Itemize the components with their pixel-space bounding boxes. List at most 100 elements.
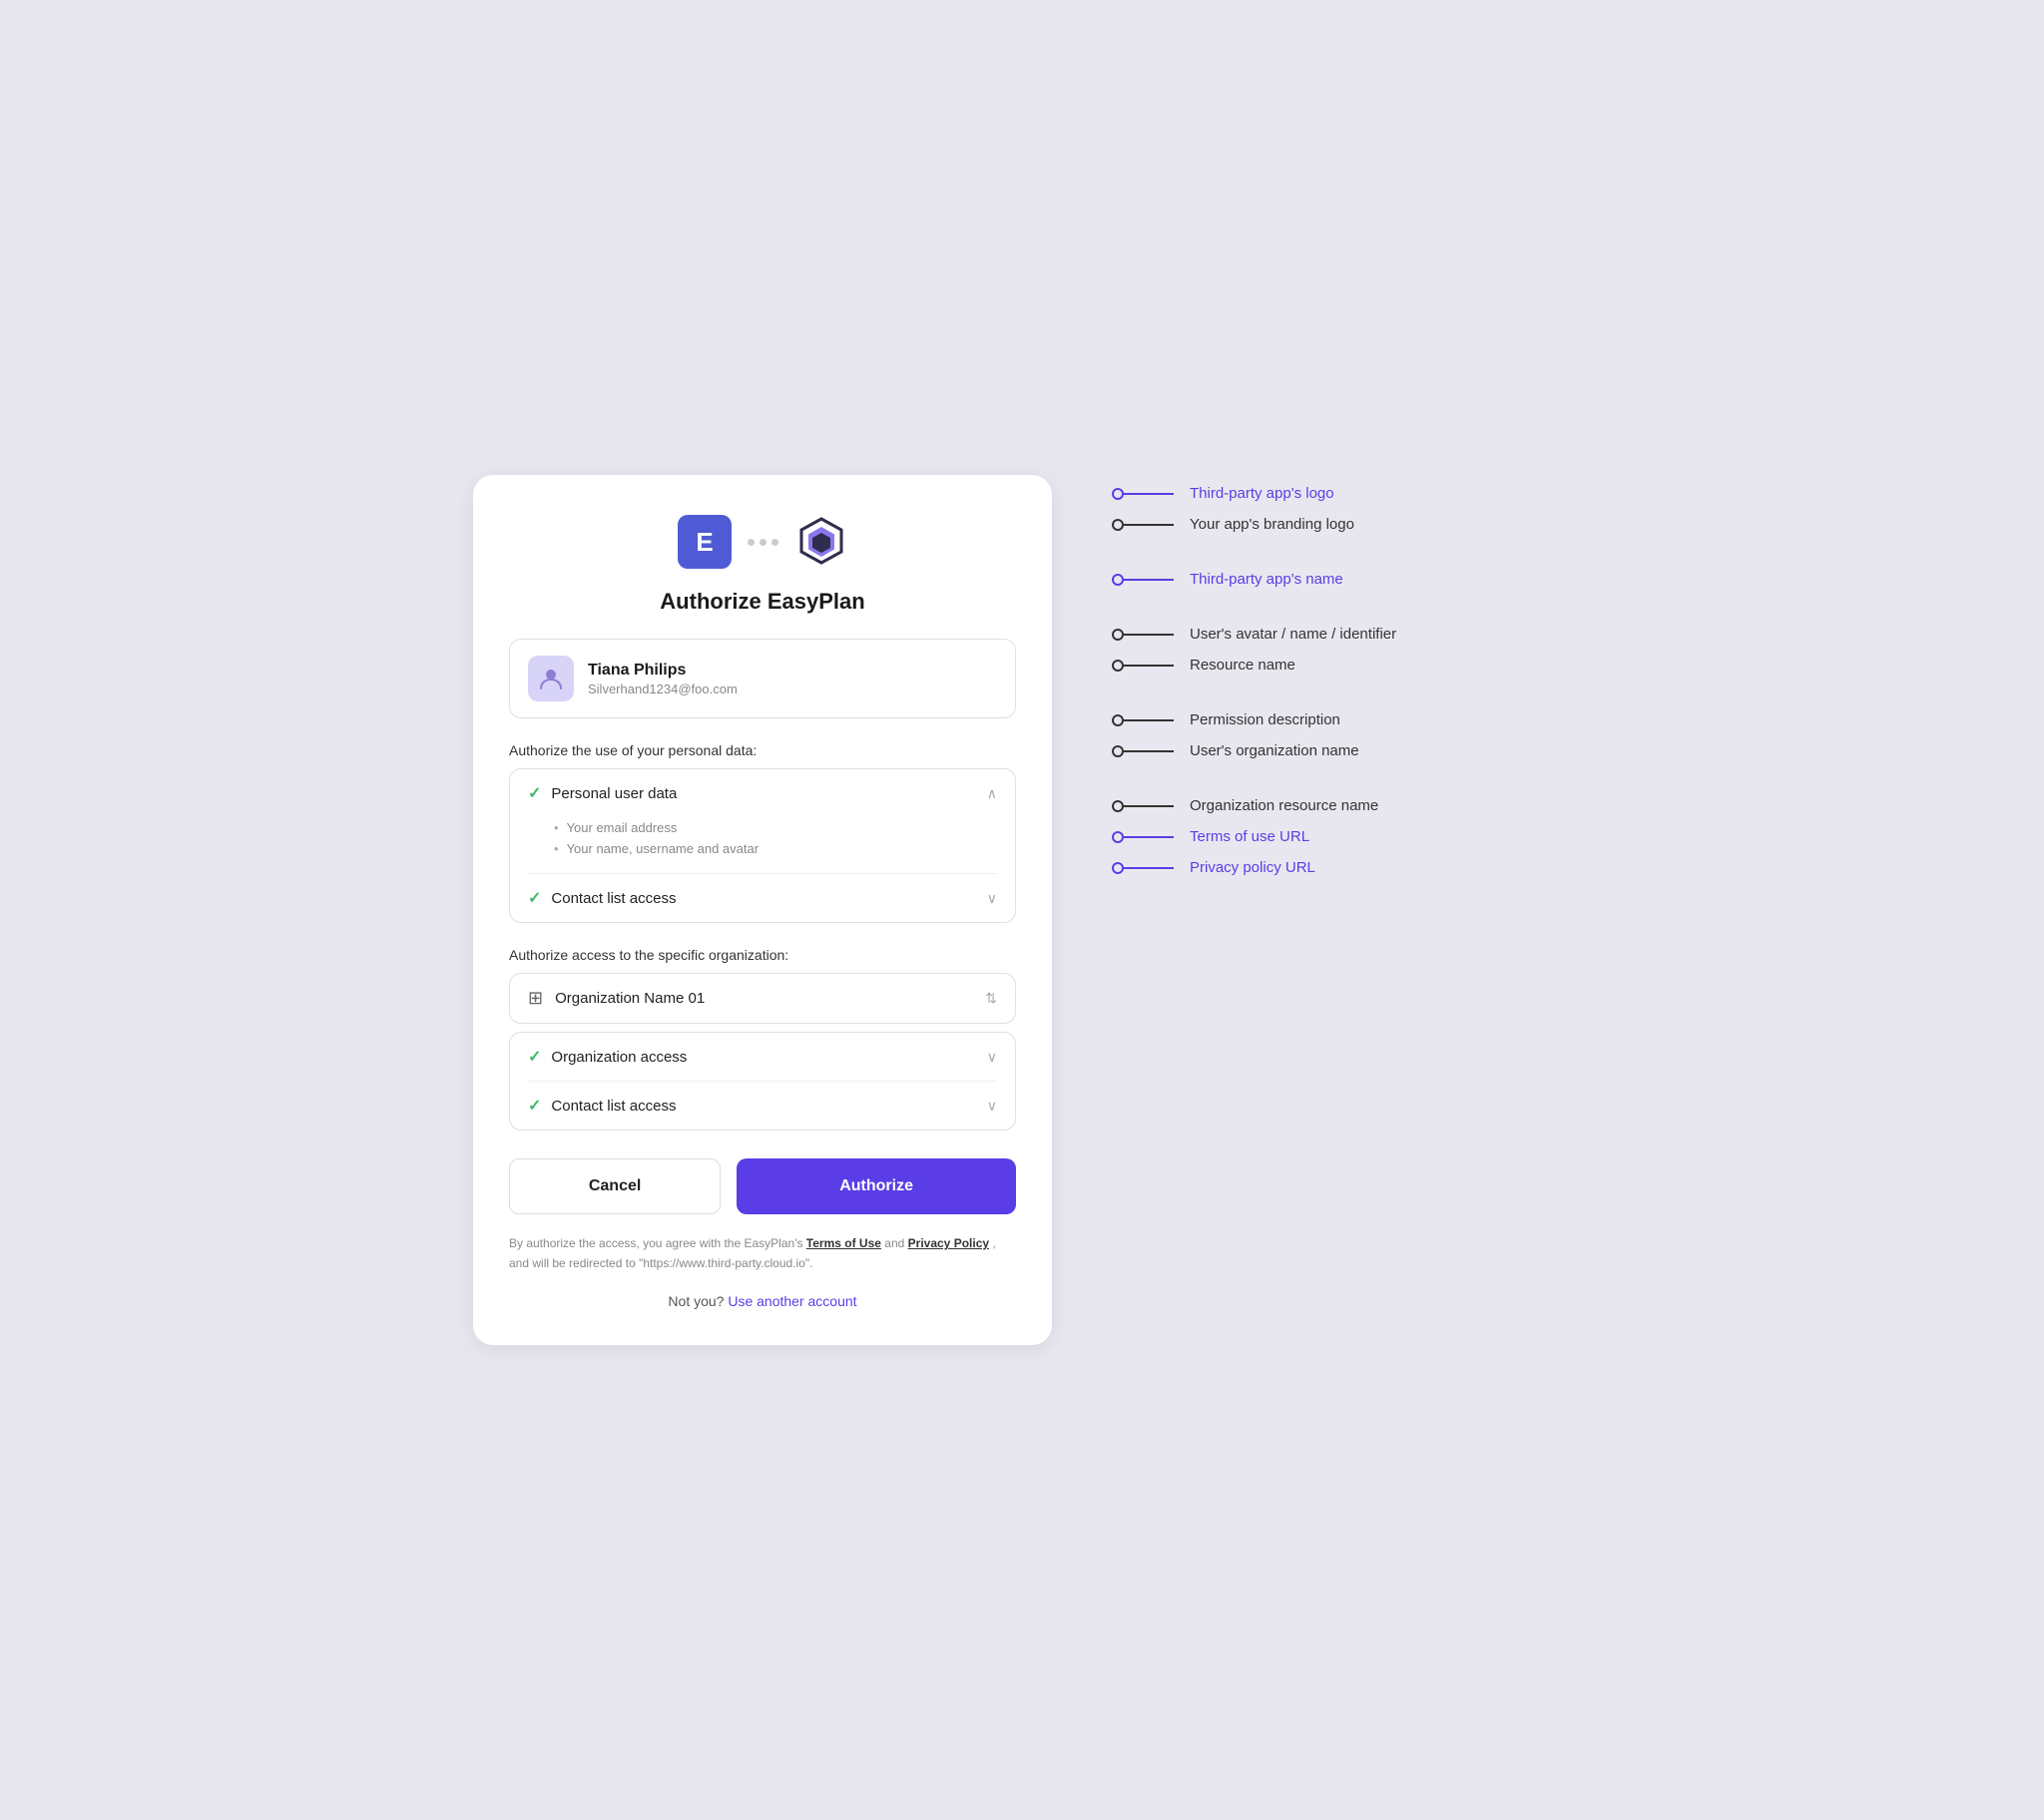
chevron-down-icon-org: ∨ [987,1049,997,1066]
chevron-down-icon-contact: ∨ [987,890,997,907]
terms-link[interactable]: Terms of Use [806,1236,881,1250]
org-select-row[interactable]: ⊞ Organization Name 01 ⇅ [510,974,1015,1023]
app-logo-e: E [678,515,732,569]
user-avatar-icon [538,666,564,691]
not-you-text: Not you? [668,1293,724,1309]
ann-line-4 [1124,665,1174,667]
annotation-line-7 [1112,800,1174,812]
ann-spacer-5 [1112,687,1571,701]
ann-circle-5 [1112,714,1124,726]
avatar [528,656,574,701]
ann-line-2 [1124,579,1174,581]
ann-line-7 [1124,805,1174,807]
ann-spacer-7 [1112,773,1571,787]
ann-line-0 [1124,493,1174,495]
user-card: Tiana Philips Silverhand1234@foo.com [509,639,1016,718]
org-building-icon: ⊞ [528,988,543,1009]
ann-label-6: User's organization name [1190,742,1359,759]
personal-permissions-box: ✓ Personal user data ∧ Your email addres… [509,768,1016,923]
org-section-label: Authorize access to the specific organiz… [509,947,1016,963]
user-info: Tiana Philips Silverhand1234@foo.com [588,662,738,696]
logos-row: E [509,515,1016,569]
annotation-line-0 [1112,488,1174,500]
annotation-item-4: Resource name [1112,657,1571,674]
annotation-line-8 [1112,831,1174,843]
perm-org-access-label: Organization access [551,1049,687,1066]
ann-circle-6 [1112,745,1124,757]
ann-line-8 [1124,836,1174,838]
ann-label-9: Privacy policy URL [1190,859,1315,876]
ann-circle-4 [1112,660,1124,672]
dot-2 [760,539,766,546]
dot-1 [748,539,755,546]
perm-personal-data[interactable]: ✓ Personal user data ∧ [510,769,1015,817]
annotations-panel: Third-party app's logo Your app's brandin… [1112,475,1571,880]
org-select-box[interactable]: ⊞ Organization Name 01 ⇅ [509,973,1016,1024]
ann-label-1: Your app's branding logo [1190,516,1354,533]
ann-spacer-2 [1112,547,1571,561]
annotation-line-9 [1112,862,1174,874]
ann-spacer-3 [1112,602,1571,616]
perm-detail-email: Your email address [554,817,997,838]
check-icon-org: ✓ [528,1047,541,1067]
dots-separator [748,539,778,546]
org-name: Organization Name 01 [555,990,705,1007]
annotation-line-6 [1112,745,1174,757]
ann-label-8: Terms of use URL [1190,828,1309,845]
updown-icon: ⇅ [985,990,997,1007]
ann-line-6 [1124,750,1174,752]
ann-circle-9 [1112,862,1124,874]
perm-org-contact[interactable]: ✓ Contact list access ∨ [510,1082,1015,1130]
annotation-line-1 [1112,519,1174,531]
legal-text: By authorize the access, you agree with … [509,1234,1016,1272]
check-icon-contact: ✓ [528,888,541,908]
third-party-logo [794,515,848,569]
perm-personal-data-label: Personal user data [551,785,677,802]
auth-card: E Authorize EasyPlan [473,475,1052,1344]
perm-detail-name: Your name, username and avatar [554,838,997,859]
authorize-button[interactable]: Authorize [737,1158,1016,1214]
annotation-item-3: User's avatar / name / identifier [1112,626,1571,643]
ann-line-3 [1124,634,1174,636]
user-name: Tiana Philips [588,662,738,680]
annotation-line-4 [1112,660,1174,672]
buttons-row: Cancel Authorize [509,1158,1016,1214]
user-email: Silverhand1234@foo.com [588,682,738,696]
perm-org-access[interactable]: ✓ Organization access ∨ [510,1033,1015,1081]
perm-personal-details: Your email address Your name, username a… [510,817,1015,873]
ann-circle-2 [1112,574,1124,586]
annotation-item-0: Third-party app's logo [1112,485,1571,502]
check-icon-personal: ✓ [528,783,541,803]
annotation-item-5: Permission description [1112,711,1571,728]
not-you-row: Not you? Use another account [509,1293,1016,1309]
annotation-item-8: Terms of use URL [1112,828,1571,845]
ann-circle-1 [1112,519,1124,531]
use-another-link[interactable]: Use another account [728,1293,856,1309]
ann-label-0: Third-party app's logo [1190,485,1334,502]
annotation-item-9: Privacy policy URL [1112,859,1571,876]
annotation-item-1: Your app's branding logo [1112,516,1571,533]
ann-circle-7 [1112,800,1124,812]
chevron-up-icon: ∧ [987,785,997,802]
annotation-item-2: Third-party app's name [1112,571,1571,588]
perm-org-contact-label: Contact list access [551,1098,676,1115]
ann-circle-0 [1112,488,1124,500]
annotation-line-3 [1112,629,1174,641]
chevron-down-icon-org-contact: ∨ [987,1098,997,1115]
ann-label-2: Third-party app's name [1190,571,1343,588]
page-wrapper: E Authorize EasyPlan [473,475,1571,1344]
ann-line-1 [1124,524,1174,526]
perm-contact-list-label: Contact list access [551,890,676,907]
ann-circle-8 [1112,831,1124,843]
org-permissions-box: ✓ Organization access ∨ ✓ Contact list a… [509,1032,1016,1131]
personal-data-label: Authorize the use of your personal data: [509,742,1016,758]
annotation-line-2 [1112,574,1174,586]
perm-contact-list[interactable]: ✓ Contact list access ∨ [510,874,1015,922]
annotation-item-7: Organization resource name [1112,797,1571,814]
cancel-button[interactable]: Cancel [509,1158,721,1214]
ann-line-5 [1124,719,1174,721]
page-title: Authorize EasyPlan [509,589,1016,615]
ann-line-9 [1124,867,1174,869]
ann-label-3: User's avatar / name / identifier [1190,626,1396,643]
privacy-link[interactable]: Privacy Policy [908,1236,989,1250]
